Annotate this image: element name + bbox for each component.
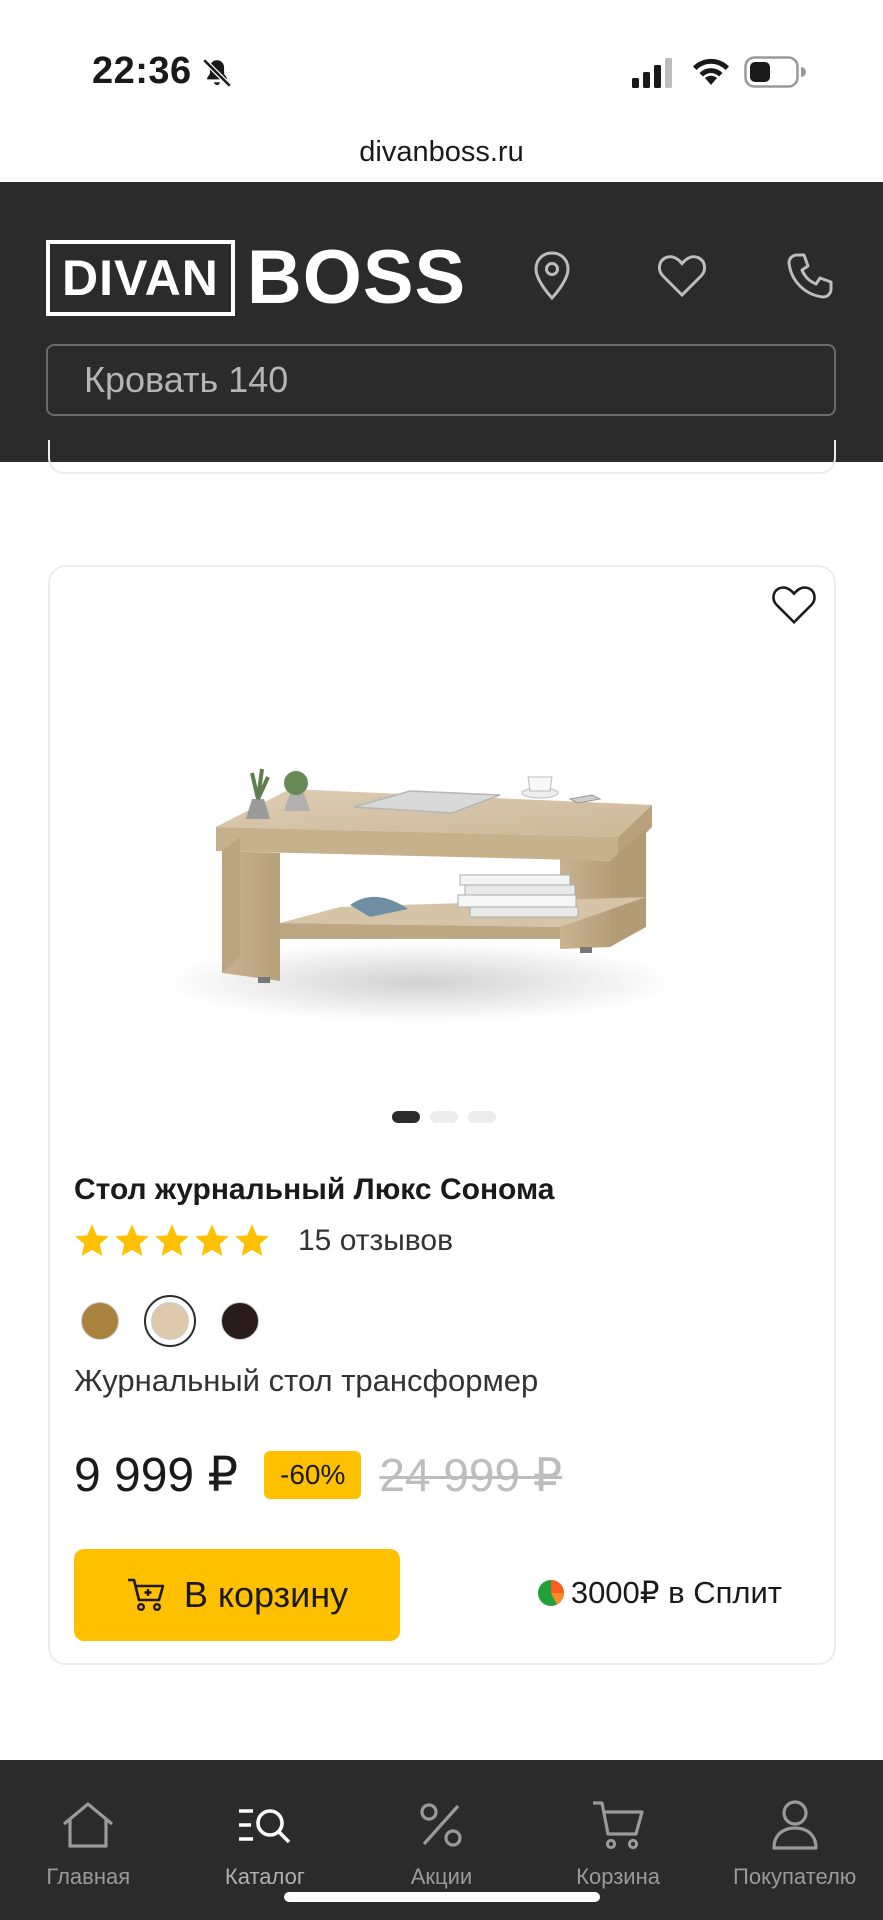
nav-item-home[interactable]: Главная xyxy=(0,1760,177,1920)
search-input[interactable] xyxy=(48,346,834,414)
split-payment-link[interactable]: 3000₽ в Сплит xyxy=(537,1575,782,1611)
split-logo-icon xyxy=(537,1580,564,1606)
star-icon xyxy=(115,1224,149,1256)
nav-item-customer[interactable]: Покупателю xyxy=(706,1760,883,1920)
logo-text: BOSS xyxy=(246,235,467,320)
status-time: 22:36 xyxy=(92,50,192,92)
image-carousel-dots xyxy=(50,1111,838,1123)
swatch-color xyxy=(81,1302,119,1340)
cart-icon xyxy=(127,1578,165,1612)
nav-label: Акции xyxy=(410,1864,473,1889)
color-swatches xyxy=(74,1295,266,1347)
star-icon xyxy=(235,1224,269,1256)
swatch-color xyxy=(151,1302,189,1340)
phone-icon[interactable] xyxy=(782,248,838,304)
browser-url[interactable]: divanboss.ru xyxy=(0,136,883,169)
carousel-dot[interactable] xyxy=(468,1111,496,1123)
logo-box-text: DIVAN xyxy=(46,240,235,316)
bell-slash-icon xyxy=(202,58,232,88)
star-icon xyxy=(195,1224,229,1256)
heart-icon[interactable] xyxy=(654,248,710,304)
user-icon xyxy=(765,1796,825,1854)
swatch-color xyxy=(221,1302,259,1340)
carousel-dot[interactable] xyxy=(430,1111,458,1123)
product-title[interactable]: Стол журнальный Люкс Сонома xyxy=(74,1173,554,1207)
status-bar: 22:36 divanboss.ru xyxy=(0,0,883,168)
add-to-cart-button[interactable]: В корзину xyxy=(74,1549,400,1641)
nav-label: Каталог xyxy=(224,1864,305,1889)
site-logo[interactable]: DIVAN BOSS xyxy=(46,240,466,316)
cart-icon xyxy=(588,1796,648,1854)
favorite-button[interactable] xyxy=(764,577,824,633)
location-pin-icon[interactable] xyxy=(524,248,580,304)
heart-outline-icon xyxy=(772,586,816,625)
wifi-icon xyxy=(693,58,729,85)
nav-label: Главная xyxy=(46,1864,131,1889)
discount-badge: -60% xyxy=(264,1451,362,1499)
home-icon xyxy=(58,1796,118,1854)
color-swatch-selected[interactable] xyxy=(144,1295,196,1347)
nav-label: Покупателю xyxy=(733,1864,857,1889)
catalog-search-icon xyxy=(235,1796,295,1854)
current-price: 9 999 ₽ xyxy=(74,1449,238,1502)
product-image[interactable] xyxy=(140,677,700,1037)
add-to-cart-label: В корзину xyxy=(183,1574,349,1615)
signal-icon xyxy=(632,58,672,88)
carousel-dot-active[interactable] xyxy=(392,1111,420,1123)
product-card[interactable]: Стол журнальный Люкс Сонома 15 отзывов Ж… xyxy=(48,565,836,1665)
product-rating: 15 отзывов xyxy=(72,1221,453,1261)
star-rating xyxy=(72,1221,272,1261)
color-swatch[interactable] xyxy=(214,1295,266,1347)
site-header: DIVAN BOSS xyxy=(0,182,883,462)
nav-label: Корзина xyxy=(576,1864,660,1889)
home-indicator[interactable] xyxy=(284,1892,600,1902)
color-swatch[interactable] xyxy=(74,1295,126,1347)
reviews-link[interactable]: 15 отзывов xyxy=(298,1224,453,1258)
previous-card-edge xyxy=(48,440,836,474)
search-field[interactable] xyxy=(46,344,836,416)
old-price: 24 999 ₽ xyxy=(379,1449,563,1501)
product-description: Журнальный стол трансформер xyxy=(74,1363,539,1398)
split-label: 3000₽ в Сплит xyxy=(570,1575,782,1610)
battery-icon xyxy=(744,56,806,88)
star-icon xyxy=(75,1224,109,1256)
price-row: 9 999 ₽ -60% 24 999 ₽ xyxy=(74,1447,562,1503)
star-icon xyxy=(155,1224,189,1256)
percent-icon xyxy=(411,1796,471,1854)
